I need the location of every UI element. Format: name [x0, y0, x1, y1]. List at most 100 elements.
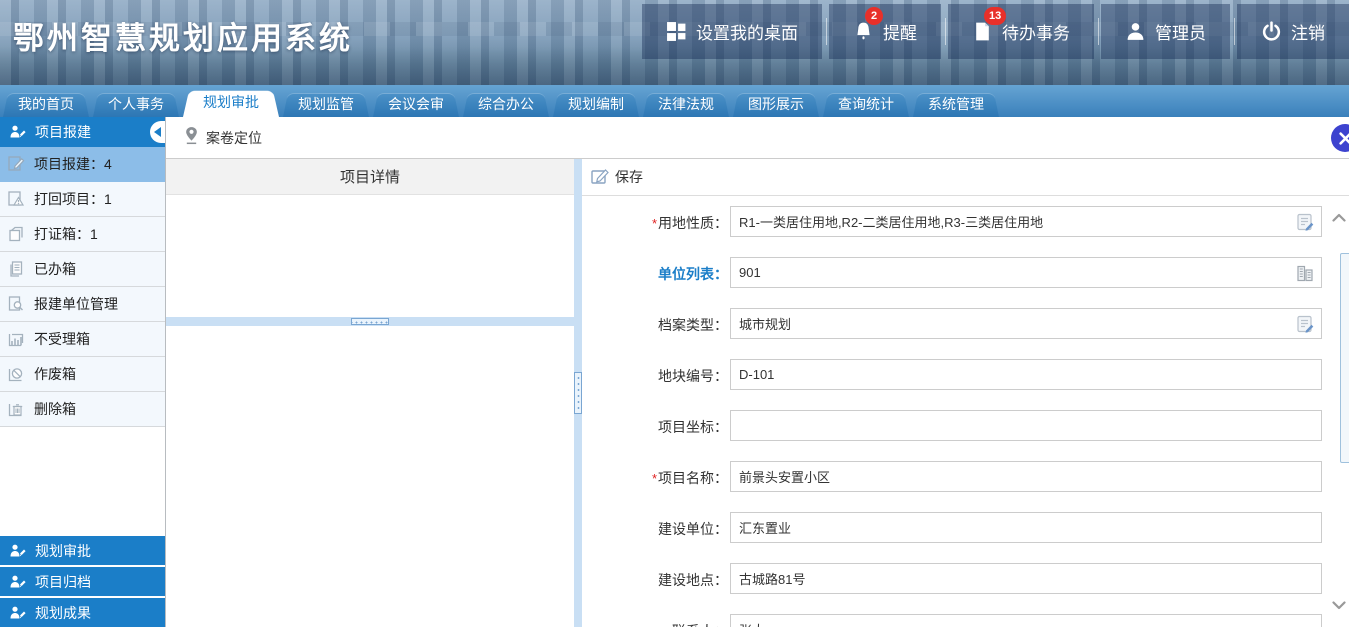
sidebar-collapse-button[interactable] — [150, 121, 165, 143]
void-box-icon — [7, 365, 26, 383]
form-field-row: *项目名称： 前景头安置小区 — [582, 461, 1349, 493]
sidebar-item-label: 删除箱 — [34, 399, 76, 419]
project-detail-panel: 项目详情 — [166, 159, 574, 627]
edit-note-icon[interactable] — [1295, 314, 1315, 334]
map-pin-icon — [184, 126, 199, 149]
form-field-row: 项目坐标： — [582, 410, 1349, 442]
field-label: 联系人： — [582, 614, 728, 627]
vertical-splitter[interactable] — [574, 159, 582, 627]
project-detail-bottom-pane — [166, 326, 574, 627]
sidebar-item-label: 不受理箱 — [34, 329, 90, 349]
nav-tab[interactable]: 会议会审 — [373, 90, 459, 117]
header-action-button[interactable]: 注销 — [1237, 4, 1349, 59]
main-nav-tab-bar: 我的首页 个人事务 规划审批 规划监管 会议会审 综合办公 规划编制 法律法规 … — [0, 85, 1349, 117]
form-field-row: 单位列表： 901 — [582, 257, 1349, 289]
save-button-label: 保存 — [615, 167, 643, 187]
nav-tab[interactable]: 规划审批 — [183, 87, 279, 117]
sidebar-section[interactable]: 项目归档 — [0, 567, 165, 596]
form-body: *用地性质： R1-一类居住用地,R2-二类居住用地,R3-三类居住用地 单位列… — [582, 196, 1349, 627]
content-area: 案卷定位 项目详情 — [166, 117, 1349, 627]
sidebar-section[interactable]: 规划成果 — [0, 598, 165, 627]
doc-edit-icon — [7, 155, 26, 173]
field-label: 档案类型： — [582, 308, 728, 335]
nav-tab[interactable]: 系统管理 — [913, 90, 999, 117]
nav-tab-label: 系统管理 — [928, 94, 984, 114]
field-input[interactable]: D-101 — [730, 359, 1322, 390]
sidebar-item[interactable]: 作废箱 — [0, 357, 165, 392]
header-action-button[interactable]: 管理员 — [1101, 4, 1230, 59]
notification-badge: 13 — [984, 7, 1006, 25]
header-action-button[interactable]: 13 待办事务 — [948, 4, 1094, 59]
sidebar-item[interactable]: 打回项目：1 — [0, 182, 165, 217]
sidebar-section-title: 规划审批 — [35, 541, 91, 561]
save-button[interactable]: 保存 — [591, 167, 643, 188]
field-input[interactable]: R1-一类居住用地,R2-二类居住用地,R3-三类居住用地 — [730, 206, 1322, 237]
scroll-up-arrow[interactable] — [1332, 209, 1346, 227]
nav-tab[interactable]: 法律法规 — [643, 90, 729, 117]
reject-box-icon — [7, 330, 26, 348]
form-field-row: 建设地点： 古城路81号 — [582, 563, 1349, 595]
close-button[interactable] — [1331, 124, 1349, 152]
field-value: 古城路81号 — [739, 569, 805, 588]
field-input[interactable]: 古城路81号 — [730, 563, 1322, 594]
app-header: 鄂州智慧规划应用系统 设置我的桌面 2 提醒 13 待办事务 管理员 — [0, 0, 1349, 85]
trash-box-icon — [7, 400, 26, 418]
doc-search-icon — [7, 295, 26, 313]
sidebar-bottom-sections: 规划审批 项目归档 规划成果 — [0, 534, 165, 627]
nav-tab-label: 规划监管 — [298, 94, 354, 114]
nav-tab[interactable]: 综合办公 — [463, 90, 549, 117]
edit-note-icon[interactable] — [1295, 212, 1315, 232]
form-toolbar: 保存 — [582, 159, 1349, 196]
field-input[interactable]: 汇东置业 — [730, 512, 1322, 543]
field-label: 建设单位： — [582, 512, 728, 539]
sidebar-item[interactable]: 已办箱 — [0, 252, 165, 287]
sidebar-item[interactable]: 报建单位管理 — [0, 287, 165, 322]
header-action-button[interactable]: 设置我的桌面 — [642, 4, 822, 59]
app-window: 鄂州智慧规划应用系统 设置我的桌面 2 提醒 13 待办事务 管理员 — [0, 0, 1349, 627]
sidebar-item[interactable]: 删除箱 — [0, 392, 165, 427]
scroll-down-arrow[interactable] — [1332, 597, 1346, 615]
nav-tab[interactable]: 规划监管 — [283, 90, 369, 117]
field-value: R1-一类居住用地,R2-二类居住用地,R3-三类居住用地 — [739, 212, 1043, 231]
field-input[interactable]: 张大 — [730, 614, 1322, 627]
nav-tab[interactable]: 我的首页 — [3, 90, 89, 117]
splitter-drag-handle[interactable] — [574, 372, 582, 414]
sidebar-item-label: 打回项目：1 — [34, 189, 112, 209]
nav-tab[interactable]: 查询统计 — [823, 90, 909, 117]
nav-tab-label: 查询统计 — [838, 94, 894, 114]
sidebar-item[interactable]: 项目报建：4 — [0, 147, 165, 182]
nav-tab[interactable]: 图形展示 — [733, 90, 819, 117]
field-input[interactable]: 前景头安置小区 — [730, 461, 1322, 492]
nav-tab-label: 我的首页 — [18, 94, 74, 114]
horizontal-splitter[interactable] — [166, 317, 574, 326]
sidebar-section-title: 项目归档 — [35, 572, 91, 592]
field-input[interactable]: 901 — [730, 257, 1322, 288]
header-action-button[interactable]: 2 提醒 — [829, 4, 941, 59]
content-toolbar: 案卷定位 — [166, 117, 1349, 159]
scrollbar-thumb[interactable] — [1340, 253, 1349, 463]
case-locate-label: 案卷定位 — [206, 128, 262, 148]
splitter-drag-handle[interactable] — [351, 318, 389, 325]
case-locate-button[interactable]: 案卷定位 — [184, 126, 262, 149]
desktop-grid-icon — [666, 21, 687, 42]
field-input[interactable] — [730, 410, 1322, 441]
building-icon[interactable] — [1295, 263, 1315, 283]
nav-tab[interactable]: 规划编制 — [553, 90, 639, 117]
field-value: D-101 — [739, 367, 774, 382]
sidebar-section-project-filing[interactable]: 项目报建 — [0, 117, 165, 147]
nav-tab[interactable]: 个人事务 — [93, 90, 179, 117]
field-label: *项目名称： — [582, 461, 728, 488]
field-input[interactable]: 城市规划 — [730, 308, 1322, 339]
chevron-left-icon — [154, 127, 161, 137]
sidebar-item[interactable]: 打证箱：1 — [0, 217, 165, 252]
cert-box-icon — [7, 225, 26, 243]
sidebar-item-label: 报建单位管理 — [34, 294, 118, 314]
nav-tab-label: 规划编制 — [568, 94, 624, 114]
done-box-icon — [7, 260, 26, 278]
project-detail-panel-title: 项目详情 — [166, 159, 574, 195]
form-field-row: 档案类型： 城市规划 — [582, 308, 1349, 340]
notification-badge: 2 — [865, 7, 883, 25]
sidebar-item[interactable]: 不受理箱 — [0, 322, 165, 357]
form-scrollbar[interactable] — [1329, 196, 1349, 627]
sidebar-section[interactable]: 规划审批 — [0, 536, 165, 565]
